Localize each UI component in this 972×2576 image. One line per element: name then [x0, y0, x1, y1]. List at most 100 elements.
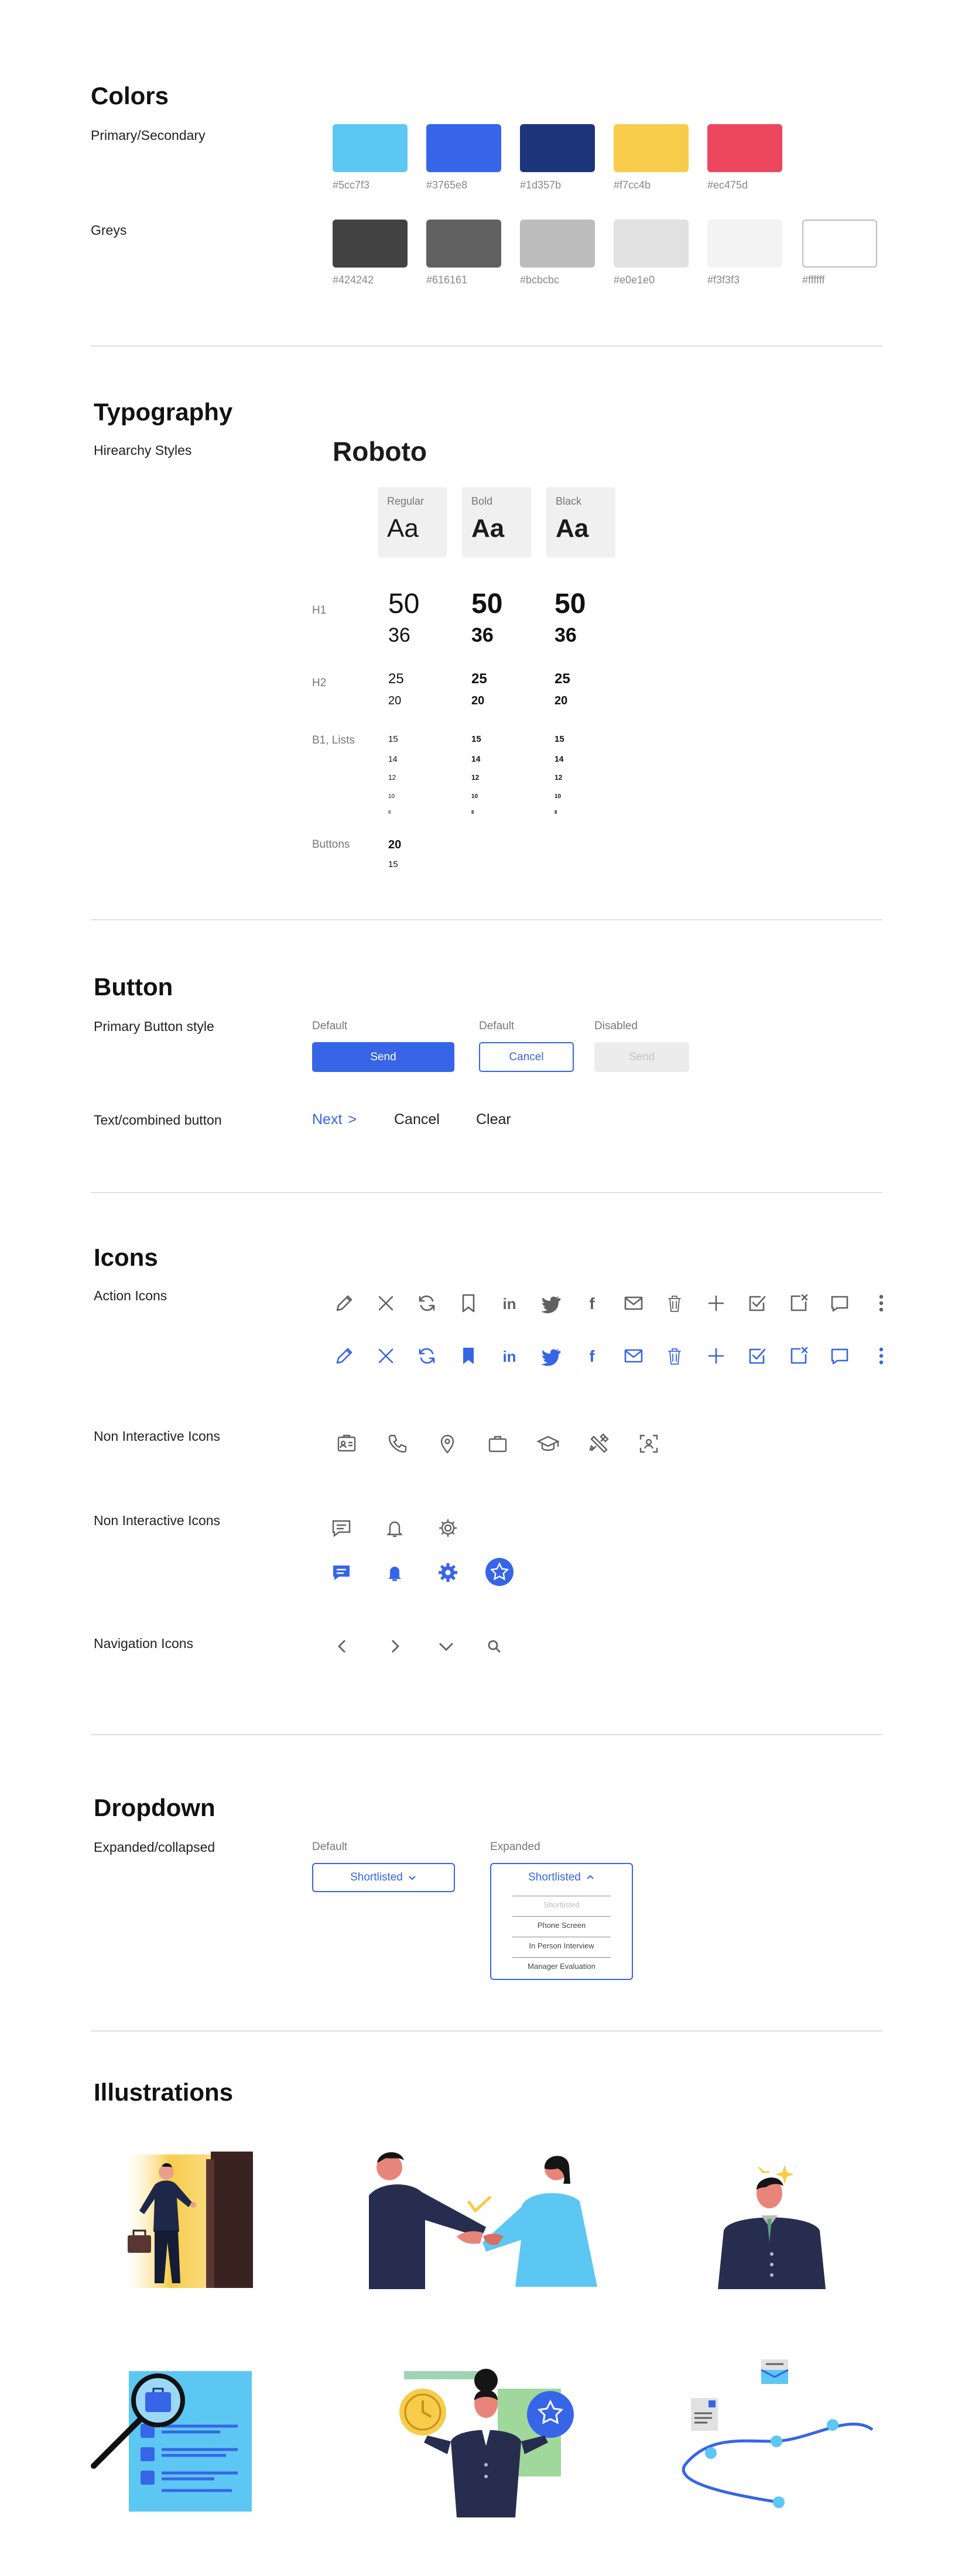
font-name: Roboto [333, 436, 427, 467]
icons-title: Icons [94, 1244, 158, 1271]
next-arrow-icon: > [348, 1111, 357, 1128]
checkbox-icon[interactable] [745, 1344, 769, 1368]
search-icon[interactable] [482, 1635, 506, 1658]
linkedin-icon[interactable]: in [498, 1292, 521, 1315]
chevron-right-icon[interactable] [383, 1635, 406, 1658]
mail-icon[interactable] [622, 1292, 645, 1315]
close-icon[interactable] [374, 1292, 398, 1315]
section-divider [91, 1734, 882, 1735]
graduation-cap-icon [536, 1432, 560, 1455]
type-size-sample: 50 [555, 588, 586, 619]
gear-icon [436, 1516, 460, 1540]
refresh-icon[interactable] [415, 1344, 439, 1368]
grey-swatch [426, 220, 501, 268]
bookmark-icon[interactable] [457, 1292, 480, 1315]
color-hex-label: #1d357b [520, 179, 562, 191]
comment-icon[interactable] [828, 1292, 851, 1315]
type-size-sample: 36 [555, 624, 577, 646]
send-button[interactable]: Send [312, 1042, 454, 1072]
next-button[interactable]: Next > [312, 1111, 357, 1128]
comment-icon[interactable] [828, 1344, 851, 1368]
checkbox-icon[interactable] [745, 1292, 769, 1315]
dropdown-option: Shortlisted [543, 1900, 580, 1909]
more-vertical-icon[interactable] [870, 1292, 893, 1315]
next-label: Next [312, 1111, 343, 1128]
dropdown-option[interactable]: Manager Evaluation [491, 1962, 632, 1971]
weight-sample: Aa [556, 514, 589, 543]
linkedin-icon[interactable]: in [498, 1344, 521, 1368]
star-badge-icon [485, 1557, 514, 1587]
pencil-icon[interactable] [333, 1344, 356, 1368]
more-vertical-icon[interactable] [870, 1344, 893, 1368]
default-caption: Default [312, 1020, 348, 1032]
bell-icon [383, 1516, 406, 1540]
section-divider [91, 345, 882, 347]
grey-hex-label: #ffffff [802, 274, 825, 286]
type-size-sample: 8 [471, 810, 474, 815]
mail-icon[interactable] [622, 1344, 645, 1368]
type-size-sample: 50 [388, 588, 420, 619]
type-size-sample: 15 [471, 734, 481, 744]
cancel-button[interactable]: Cancel [479, 1042, 574, 1072]
grey-swatch [802, 220, 877, 268]
chevron-down-icon[interactable] [434, 1635, 458, 1658]
twitter-icon[interactable] [539, 1292, 563, 1315]
trash-icon[interactable] [663, 1292, 686, 1315]
type-size-sample: 20 [471, 694, 485, 707]
grey-swatch [614, 220, 689, 268]
dropdown-separator [512, 1916, 611, 1917]
close-box-icon[interactable] [787, 1344, 810, 1368]
expanded-collapsed-label: Expanded/collapsed [94, 1839, 215, 1855]
facebook-icon[interactable]: f [580, 1292, 604, 1315]
phone-icon [385, 1432, 409, 1455]
close-box-icon[interactable] [787, 1292, 810, 1315]
plus-icon[interactable] [704, 1292, 728, 1315]
illustration-journey [673, 2359, 884, 2517]
illustration-idea [703, 2160, 843, 2289]
weight-card-regular: Regular Aa [378, 487, 447, 557]
illustration-door-entry [105, 2149, 258, 2289]
text-clear-button[interactable]: Clear [476, 1111, 511, 1128]
text-cancel-button[interactable]: Cancel [394, 1111, 440, 1128]
dropdown-default-caption: Default [312, 1841, 348, 1853]
twitter-icon[interactable] [539, 1344, 563, 1368]
dropdown-collapsed[interactable]: Shortlisted [312, 1863, 455, 1892]
facebook-icon[interactable]: f [580, 1344, 604, 1368]
pencil-icon[interactable] [333, 1292, 356, 1315]
type-size-sample: 10 [388, 793, 395, 800]
navigation-icons-label: Navigation Icons [94, 1636, 194, 1651]
dropdown-expanded-header[interactable]: Shortlisted [491, 1864, 632, 1891]
weight-sample: Aa [471, 514, 505, 543]
bell-icon [383, 1561, 406, 1584]
type-size-sample: 12 [471, 773, 480, 782]
default-caption: Default [479, 1020, 515, 1032]
briefcase-icon [486, 1432, 509, 1455]
plus-icon[interactable] [704, 1344, 728, 1368]
trash-icon[interactable] [663, 1344, 686, 1368]
color-hex-label: #f7cc4b [614, 179, 651, 191]
svg-text:in: in [502, 1295, 516, 1313]
section-divider [91, 919, 882, 920]
type-size-sample: 25 [471, 671, 487, 687]
section-divider [91, 2030, 882, 2032]
chat-icon [330, 1516, 353, 1540]
dropdown-expanded[interactable]: Shortlisted Shortlisted Phone Screen In Pe… [490, 1863, 633, 1980]
dropdown-option[interactable]: Phone Screen [491, 1921, 632, 1930]
type-size-sample: 8 [388, 810, 391, 815]
dropdown-option[interactable]: In Person Interview [491, 1941, 632, 1950]
bookmark-icon[interactable] [457, 1344, 480, 1368]
section-divider [91, 1192, 882, 1193]
type-row-label-buttons: Buttons [312, 838, 350, 851]
type-row-label-h2: H2 [312, 677, 327, 689]
skills-icon [587, 1432, 610, 1455]
chevron-up-icon [586, 1873, 595, 1882]
type-size-sample: 15 [555, 734, 564, 744]
typography-title: Typography [94, 398, 233, 426]
refresh-icon[interactable] [415, 1292, 439, 1315]
type-size-sample: 12 [555, 773, 563, 782]
grey-hex-label: #616161 [426, 274, 468, 286]
close-icon[interactable] [374, 1344, 398, 1368]
colors-title: Colors [91, 82, 169, 109]
type-size-sample: 8 [555, 810, 557, 815]
chevron-left-icon[interactable] [331, 1635, 354, 1658]
